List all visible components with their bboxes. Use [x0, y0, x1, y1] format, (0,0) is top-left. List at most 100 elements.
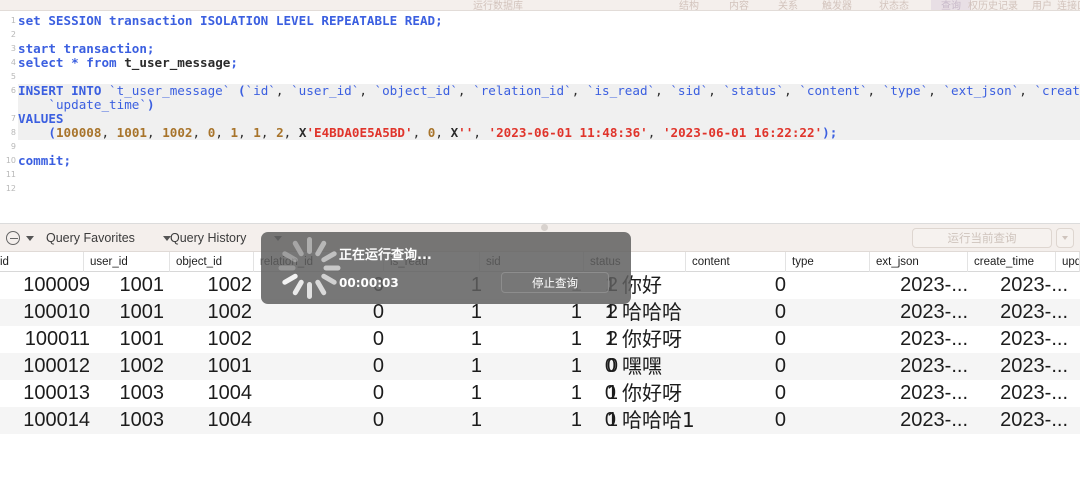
- cell-content[interactable]: 哈哈哈1: [622, 407, 722, 434]
- top-toolbar-item-0[interactable]: 运行数据库: [473, 0, 523, 10]
- cell-sid[interactable]: 1: [486, 353, 582, 380]
- cell-create_time[interactable]: 2023-...: [872, 299, 968, 326]
- cell-object_id[interactable]: 1002: [172, 326, 253, 353]
- cell-id[interactable]: 100012: [0, 353, 90, 380]
- column-header-type[interactable]: type: [786, 252, 870, 272]
- top-toolbar-item-8[interactable]: 用户: [1032, 0, 1052, 10]
- query-menu-button[interactable]: [6, 224, 34, 252]
- cell-content-prefix[interactable]: 2: [588, 326, 618, 353]
- cell-object_id[interactable]: 1004: [172, 380, 253, 407]
- cell-content[interactable]: 你好呀: [622, 326, 722, 353]
- query-favorites-button[interactable]: Query Favorites: [46, 224, 171, 252]
- cell-object_id[interactable]: 1002: [172, 299, 253, 326]
- top-toolbar-item-7[interactable]: 权历史记录: [968, 0, 1018, 10]
- table-row[interactable]: 100012 1002 1001 0 1 1 0 0 2023-... 2023-... 0 嘿嘿: [0, 353, 1080, 380]
- column-header-id[interactable]: id: [0, 252, 84, 272]
- cell-object_id[interactable]: 1004: [172, 407, 253, 434]
- sql-editor[interactable]: 1 2 3 4 5 6 7 8 9 10 11 12 set SESSION transaction …: [0, 11, 1080, 223]
- top-toolbar-item-6[interactable]: 查询: [931, 0, 971, 10]
- top-toolbar-item-2[interactable]: 内容: [729, 0, 749, 10]
- editor-code-line: INSERT INTO `t_user_message` (`id`, `use…: [18, 83, 1080, 98]
- cell-user_id[interactable]: 1002: [94, 353, 165, 380]
- cell-user_id[interactable]: 1001: [94, 299, 165, 326]
- cell-sid[interactable]: 1: [486, 407, 582, 434]
- cell-object_id[interactable]: 1002: [172, 272, 253, 299]
- circle-dash-icon: [6, 231, 20, 245]
- cell-content-prefix[interactable]: 0: [588, 353, 618, 380]
- query-favorites-label: Query Favorites: [46, 231, 135, 245]
- top-toolbar-item-4[interactable]: 触发器: [822, 0, 852, 10]
- table-row[interactable]: 100013 1003 1004 0 1 1 0 0 2023-... 2023-... 1 你好呀: [0, 380, 1080, 407]
- cell-content[interactable]: 你好: [622, 272, 722, 299]
- cell-id[interactable]: 100011: [0, 326, 90, 353]
- cell-content[interactable]: 嘿嘿: [622, 353, 722, 380]
- cell-update_time[interactable]: 2023-...: [972, 380, 1068, 407]
- column-header-object_id[interactable]: object_id: [170, 252, 254, 272]
- cell-user_id[interactable]: 1001: [94, 326, 165, 353]
- cell-user_id[interactable]: 1001: [94, 272, 165, 299]
- running-query-dialog: 正在运行查询... 00:00:03 停止查询: [261, 232, 631, 304]
- editor-line-number: 10: [5, 156, 16, 165]
- cell-content-prefix[interactable]: 1: [588, 407, 618, 434]
- cell-relation_id[interactable]: 0: [256, 407, 384, 434]
- cell-is_read[interactable]: 1: [386, 353, 482, 380]
- loading-spinner-icon: [277, 236, 341, 300]
- editor-code-line: select * from t_user_message;: [18, 55, 238, 70]
- column-header-user_id[interactable]: user_id: [84, 252, 170, 272]
- cell-update_time[interactable]: 2023-...: [972, 353, 1068, 380]
- editor-code-area[interactable]: set SESSION transaction ISOLATION LEVEL …: [18, 11, 1080, 223]
- spinner-blade: [291, 278, 305, 297]
- column-header-update_time[interactable]: update_time: [1056, 252, 1080, 272]
- table-row[interactable]: 100011 1001 1002 0 1 1 1 0 2023-... 2023-... 2 你好呀: [0, 326, 1080, 353]
- editor-code-line: VALUES: [18, 112, 1080, 126]
- cell-content[interactable]: 你好呀: [622, 380, 722, 407]
- cell-create_time[interactable]: 2023-...: [872, 380, 968, 407]
- column-header-ext_json[interactable]: ext_json: [870, 252, 968, 272]
- cell-relation_id[interactable]: 0: [256, 353, 384, 380]
- editor-code-line: [18, 168, 1080, 182]
- cell-user_id[interactable]: 1003: [94, 380, 165, 407]
- cell-is_read[interactable]: 1: [386, 407, 482, 434]
- top-toolbar: 运行数据库 结构 内容 关系 触发器 状态态 查询权历史记录 用户连接口: [0, 0, 1080, 11]
- run-current-query-button[interactable]: 运行当前查询: [912, 228, 1052, 248]
- cell-id[interactable]: 100014: [0, 407, 90, 434]
- cell-object_id[interactable]: 1001: [172, 353, 253, 380]
- cell-create_time[interactable]: 2023-...: [872, 326, 968, 353]
- top-toolbar-item-9[interactable]: 连接口: [1057, 0, 1080, 10]
- cell-update_time[interactable]: 2023-...: [972, 299, 1068, 326]
- spinner-blade: [306, 237, 312, 254]
- table-row[interactable]: 100014 1003 1004 0 1 1 0 0 2023-... 2023-... 1 哈哈哈1: [0, 407, 1080, 434]
- spinner-blade: [319, 272, 338, 286]
- top-toolbar-item-1[interactable]: 结构: [679, 0, 699, 10]
- chevron-down-icon: [26, 235, 34, 241]
- cell-update_time[interactable]: 2023-...: [972, 407, 1068, 434]
- editor-code-line: [18, 70, 1080, 84]
- top-toolbar-item-5[interactable]: 状态态: [879, 0, 909, 10]
- cell-create_time[interactable]: 2023-...: [872, 272, 968, 299]
- cell-id[interactable]: 100010: [0, 299, 90, 326]
- cell-create_time[interactable]: 2023-...: [872, 407, 968, 434]
- run-query-options-button[interactable]: [1056, 228, 1074, 248]
- cell-id[interactable]: 100013: [0, 380, 90, 407]
- cell-create_time[interactable]: 2023-...: [872, 353, 968, 380]
- editor-line-number: 7: [10, 114, 16, 123]
- editor-line-number: 6: [10, 86, 16, 95]
- cell-is_read[interactable]: 1: [386, 326, 482, 353]
- column-header-create_time[interactable]: create_time: [968, 252, 1056, 272]
- editor-line-number: 1: [10, 16, 16, 25]
- column-header-content[interactable]: content: [686, 252, 786, 272]
- cell-user_id[interactable]: 1003: [94, 407, 165, 434]
- cell-content-prefix[interactable]: 1: [588, 380, 618, 407]
- cell-sid[interactable]: 1: [486, 380, 582, 407]
- cell-is_read[interactable]: 1: [386, 380, 482, 407]
- cell-content[interactable]: 哈哈哈: [622, 299, 722, 326]
- stop-query-button[interactable]: 停止查询: [501, 272, 609, 293]
- cell-relation_id[interactable]: 0: [256, 326, 384, 353]
- cell-sid[interactable]: 1: [486, 326, 582, 353]
- editor-code-line: [18, 182, 1080, 196]
- cell-update_time[interactable]: 2023-...: [972, 272, 1068, 299]
- cell-relation_id[interactable]: 0: [256, 380, 384, 407]
- cell-update_time[interactable]: 2023-...: [972, 326, 1068, 353]
- top-toolbar-item-3[interactable]: 关系: [778, 0, 798, 10]
- cell-id[interactable]: 100009: [0, 272, 90, 299]
